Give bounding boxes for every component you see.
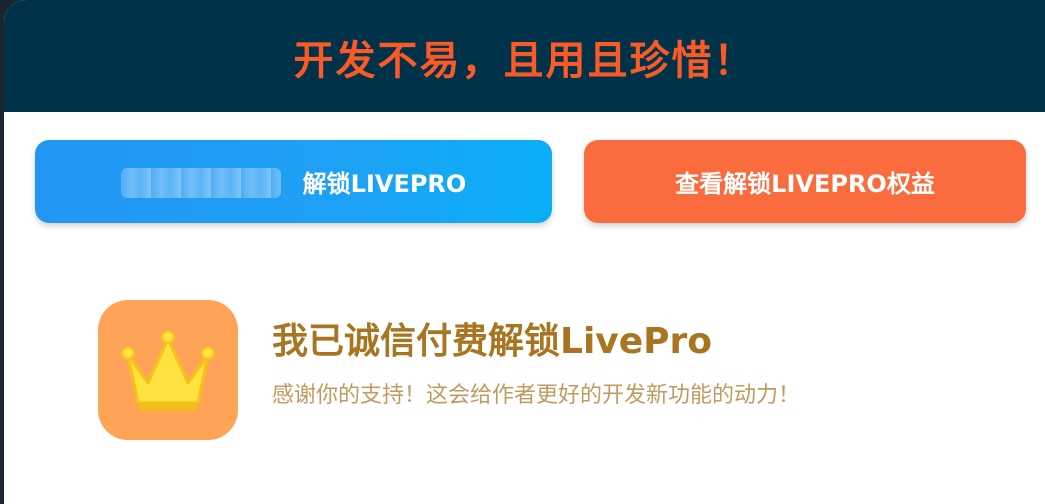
dialog-header: 开发不易，且用且珍惜！ <box>4 0 1045 112</box>
unlock-livepro-label: 解锁LIVEPRO <box>302 170 467 198</box>
view-benefits-label: 查看解锁LIVEPRO权益 <box>675 170 935 198</box>
paid-unlock-option[interactable]: 我已诚信付费解锁LivePro 感谢你的支持！这会给作者更好的开发新功能的动力！ <box>98 300 800 440</box>
header-title: 开发不易，且用且珍惜！ <box>293 38 756 84</box>
paid-unlock-subtitle: 感谢你的支持！这会给作者更好的开发新功能的动力！ <box>272 383 801 408</box>
paid-unlock-text: 我已诚信付费解锁LivePro 感谢你的支持！这会给作者更好的开发新功能的动力！ <box>272 321 801 410</box>
unlock-livepro-button[interactable]: 解锁LIVEPRO <box>35 140 552 223</box>
crown-tile <box>98 300 238 440</box>
unlock-dialog: 开发不易，且用且珍惜！ 解锁LIVEPRO 查看解锁LIVEPRO权益 我已诚信… <box>4 0 1045 504</box>
crown-icon <box>121 330 215 411</box>
redacted-text-blur <box>120 167 281 198</box>
view-benefits-button[interactable]: 查看解锁LIVEPRO权益 <box>584 140 1026 223</box>
paid-unlock-title: 我已诚信付费解锁LivePro <box>272 321 713 362</box>
